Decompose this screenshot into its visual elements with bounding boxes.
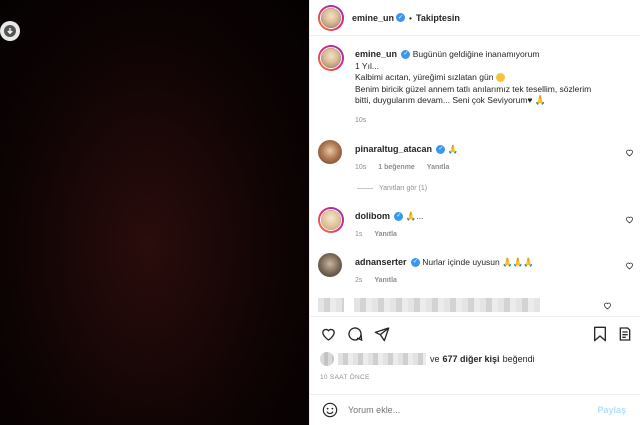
share-icon[interactable] — [374, 326, 390, 342]
commenter-avatar[interactable] — [318, 207, 344, 233]
commenter-avatar[interactable] — [318, 140, 342, 164]
comment-like-icon[interactable] — [625, 148, 634, 157]
post-panel: emine_un ✓ • Takiptesin emine_un ✓ Bugün… — [309, 0, 640, 425]
comment-time[interactable]: 2s — [355, 277, 362, 284]
reply-button[interactable]: Yanıtla — [374, 231, 397, 238]
comment-icon[interactable] — [347, 326, 363, 342]
blurred-comment — [318, 298, 618, 312]
caption-line: bitti, duygularım devam... Seni çok Sevi… — [355, 95, 533, 105]
praying-hands-icon: 🙏 — [534, 95, 547, 105]
verified-icon: ✓ — [436, 145, 446, 155]
action-bar — [310, 316, 640, 350]
add-comment-bar: Paylaş — [310, 394, 640, 425]
comment-likes[interactable]: 1 beğenme — [378, 164, 415, 171]
commenter-username[interactable]: pinaraltug_atacan — [355, 144, 432, 154]
verified-icon: ✓ — [410, 258, 420, 268]
more-options-icon[interactable] — [618, 326, 632, 342]
save-icon[interactable] — [593, 326, 607, 342]
caption-line: 1 Yıl... — [355, 60, 379, 71]
comment-like-icon[interactable] — [625, 261, 634, 270]
likes-and-text: ve — [430, 354, 440, 364]
blurred-text — [354, 298, 540, 312]
verified-icon: ✓ — [401, 50, 411, 60]
verified-icon: ✓ — [396, 13, 406, 22]
commenter-username[interactable]: dolibom — [355, 211, 390, 221]
caption-avatar[interactable] — [318, 45, 344, 71]
comment-text: Nurlar içinde uyusun 🙏🙏🙏 — [422, 257, 534, 267]
post-time-ago[interactable]: 10 SAAT ÖNCE — [320, 374, 370, 381]
post-comment-button[interactable]: Paylaş — [597, 405, 626, 415]
comment-like-icon[interactable] — [625, 215, 634, 224]
liker-avatar[interactable] — [320, 352, 334, 366]
comments-list[interactable]: emine_un ✓ Bugünün geldiğine inanamıyoru… — [310, 37, 640, 316]
blurred-avatar — [318, 298, 344, 312]
comment-text: 🙏 — [447, 144, 459, 154]
comment-time[interactable]: 10s — [355, 164, 366, 171]
comment-like-icon[interactable] — [603, 301, 612, 310]
caption-time[interactable]: 10s — [355, 117, 366, 124]
author-username[interactable]: emine_un — [352, 13, 394, 23]
verified-icon: ✓ — [394, 212, 404, 222]
caption-line: Kalbimi acıtan, yüreğimi sızlatan gün — [355, 72, 494, 82]
reply-button[interactable]: Yanıtla — [374, 277, 397, 284]
download-button[interactable] — [0, 21, 20, 41]
heart-icon[interactable] — [320, 326, 337, 342]
emoji-icon[interactable] — [322, 402, 338, 418]
author-avatar[interactable] — [318, 4, 344, 31]
commenter-username[interactable]: adnanserter — [355, 257, 407, 267]
comment-time[interactable]: 1s — [355, 231, 362, 238]
commenter-avatar[interactable] — [318, 253, 342, 277]
likes-count-link[interactable]: 677 diğer kişi — [443, 354, 500, 364]
sad-emoji-icon — [495, 73, 505, 83]
replies-divider — [357, 188, 373, 189]
download-icon — [4, 25, 16, 37]
blurred-liker-name — [338, 353, 426, 365]
view-replies-button[interactable]: Yanıtları gör (1) — [357, 185, 427, 192]
reply-button[interactable]: Yanıtla — [427, 164, 450, 171]
separator-dot: • — [409, 12, 412, 23]
follow-status-button[interactable]: Takiptesin — [416, 13, 460, 23]
post-media[interactable] — [0, 0, 309, 425]
caption-line: Benim biricik güzel annem tatlı anılarım… — [355, 83, 592, 94]
comment-text: 🙏... — [405, 211, 424, 221]
view-replies-label: Yanıtları gör (1) — [379, 185, 428, 192]
caption-title: Bugünün geldiğine inanamıyorum — [412, 49, 540, 59]
likes-summary: ve 677 diğer kişi beğendi — [320, 352, 535, 366]
post-header: emine_un ✓ • Takiptesin — [310, 0, 640, 36]
caption-username[interactable]: emine_un — [355, 49, 397, 59]
comment-input[interactable] — [348, 405, 598, 415]
likes-suffix: beğendi — [502, 354, 535, 364]
